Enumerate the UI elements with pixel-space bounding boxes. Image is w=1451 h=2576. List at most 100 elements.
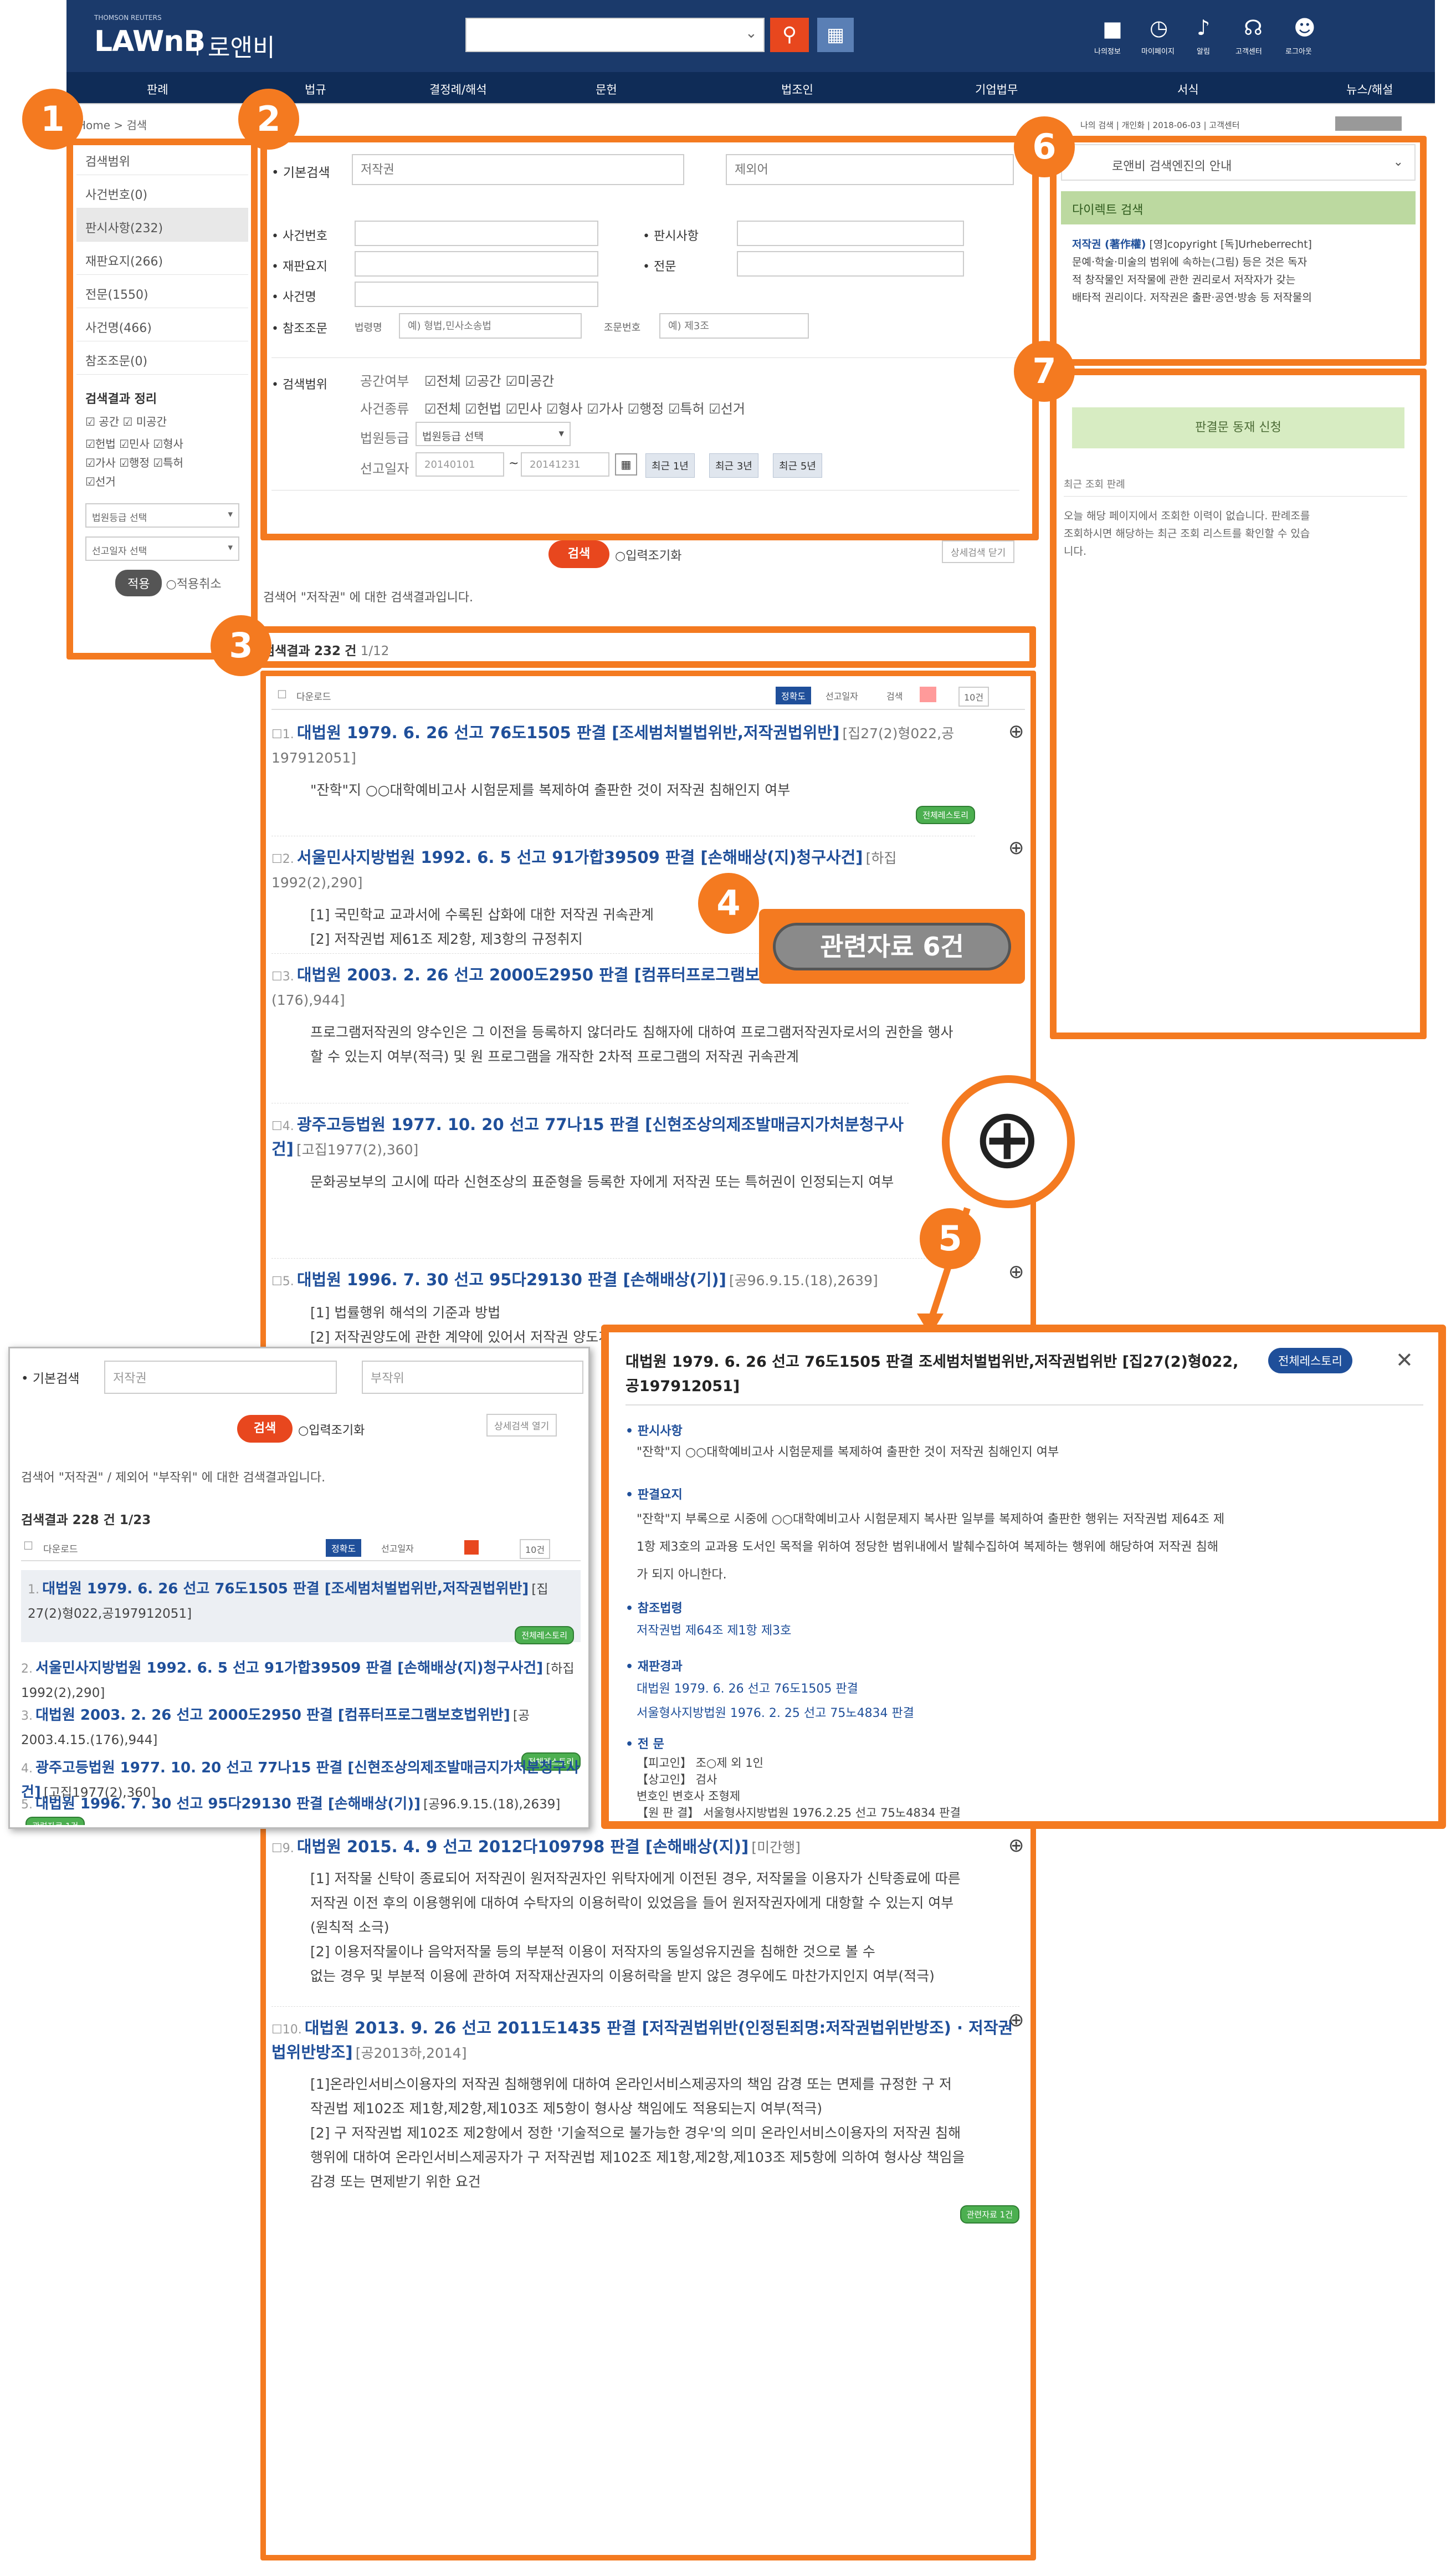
section-trial-title: • 재판경과 bbox=[625, 1660, 683, 1674]
user-icon[interactable]: ☻ bbox=[1294, 16, 1316, 40]
page-size-select[interactable]: 10건 bbox=[520, 1539, 551, 1559]
overlay-exclude-input[interactable] bbox=[362, 1361, 583, 1394]
result-message: 검색어 "저작권" 에 대한 검색결과입니다. bbox=[263, 591, 474, 605]
nav-item[interactable]: 판례 bbox=[147, 81, 168, 98]
reset-icon: ○ bbox=[298, 1424, 309, 1438]
tag-row: 전체레스토리 bbox=[28, 1626, 574, 1644]
related-docs-tag[interactable]: 관련자료 1건 bbox=[25, 1817, 85, 1825]
gist-line: 1항 제3호의 교과용 도서인 목적을 위하여 정당한 범위내에서 발췌수집하여… bbox=[637, 1540, 1218, 1554]
top-icon-label-3: 알림 bbox=[1197, 48, 1210, 56]
top-icon-label-1: 나의정보 bbox=[1094, 48, 1121, 56]
search-input[interactable] bbox=[465, 18, 765, 52]
reset-label: 입력조기화 bbox=[625, 549, 682, 563]
trial-list: 대법원 1979. 6. 26 선고 76도1505 판결 서울형사지방법원 1… bbox=[637, 1677, 914, 1726]
overlay-search-button[interactable]: 검색 bbox=[237, 1415, 293, 1443]
nav-item[interactable]: 법규 bbox=[305, 81, 326, 98]
overlay-left-panel: • 기본검색 검색 ○입력조기화 상세검색 열기 검색어 "저작권" / 제외어… bbox=[8, 1347, 590, 1829]
section-trial-text: 재판경과 bbox=[637, 1660, 683, 1674]
section-gist-text: 판결요지 bbox=[637, 1488, 683, 1502]
reset-icon: ○ bbox=[615, 549, 626, 563]
overlay-result-num: 3. bbox=[21, 1709, 33, 1723]
section-full-text: 전 문 bbox=[637, 1737, 664, 1751]
chevron-down-icon[interactable]: ⌄ bbox=[745, 25, 757, 42]
detail-history-button[interactable]: 전체레스토리 bbox=[1268, 1348, 1352, 1373]
overlay-toolbar: ☐ 다운로드 정확도 선고일자 10건 bbox=[21, 1537, 581, 1561]
section-ref-title: • 참조법령 bbox=[625, 1602, 683, 1616]
brand-sub: THOMSON REUTERS bbox=[94, 14, 162, 22]
overlay-basic-input[interactable] bbox=[104, 1361, 337, 1394]
overlay-result-message: 검색어 "저작권" / 제외어 "부작위" 에 대한 검색결과입니다. bbox=[21, 1471, 326, 1485]
detail-toggle-button[interactable]: 상세검색 닫기 bbox=[942, 540, 1015, 563]
overlay-basic-label-text: 기본검색 bbox=[32, 1372, 80, 1386]
page: THOMSON REUTERS LAWnB 로앤비 ⌄ ⚲ ▦ ■ 나의정보 ◷… bbox=[0, 0, 1451, 2576]
callout-badge-1: 1 bbox=[22, 89, 83, 150]
right-top-button[interactable] bbox=[1335, 116, 1402, 131]
right-top-links: 나의 검색 | 개인화 | 2018-06-03 | 고객센터 bbox=[1080, 120, 1240, 130]
nav-item[interactable]: 뉴스/해설 bbox=[1346, 81, 1393, 98]
nav-item[interactable]: 법조인 bbox=[781, 81, 813, 98]
full-line: 변호인 변호사 조형제 bbox=[637, 1790, 741, 1803]
download-link[interactable]: 다운로드 bbox=[43, 1541, 78, 1555]
logo[interactable]: LAWnB bbox=[94, 25, 206, 58]
overlay-result-item: 2. 서울민사지방법원 1992. 6. 5 선고 91가합39509 판결 [… bbox=[21, 1656, 581, 1705]
full-line: 【피고인】 조○제 외 1인 bbox=[637, 1756, 763, 1770]
close-icon[interactable]: ✕ bbox=[1396, 1348, 1413, 1372]
grid-icon: ▦ bbox=[826, 24, 845, 46]
callout-badge-2: 2 bbox=[238, 89, 299, 150]
trial-link[interactable]: 대법원 1979. 6. 26 선고 76도1505 판결 bbox=[637, 1682, 858, 1696]
ref-law-text[interactable]: 저작권법 제64조 제1항 제3호 bbox=[637, 1621, 791, 1638]
overlay-result-ref: [공96.9.15.(18),2639] bbox=[423, 1797, 561, 1812]
form-search-button[interactable]: 검색 bbox=[548, 540, 609, 568]
overlay-result-count: 검색결과 228 건 1/23 bbox=[21, 1513, 151, 1527]
trial-link[interactable]: 서울형사지방법원 1976. 2. 25 선고 75노4834 판결 bbox=[637, 1706, 914, 1720]
overlay-result-item: 1. 대법원 1979. 6. 26 선고 76도1505 판결 [조세범처벌법… bbox=[21, 1570, 581, 1644]
callout-box-2 bbox=[260, 136, 1039, 540]
search-button[interactable]: ⚲ bbox=[770, 18, 809, 52]
nav-item[interactable]: 서식 bbox=[1177, 81, 1199, 98]
section-full-title: • 전 문 bbox=[625, 1737, 664, 1751]
grid-menu-button[interactable]: ▦ bbox=[817, 18, 854, 52]
headset-icon[interactable]: ☊ bbox=[1244, 16, 1263, 40]
form-reset[interactable]: ○입력조기화 bbox=[615, 546, 681, 564]
callout-badge-6: 6 bbox=[1014, 116, 1075, 177]
overlay-detail-button[interactable]: 상세검색 열기 bbox=[486, 1414, 557, 1437]
full-text: 【피고인】 조○제 외 1인 【상고인】 검사 변호인 변호사 조형제 【원 판… bbox=[637, 1755, 961, 1821]
gist-line: "잔학"지 부록으로 시중에 ○○대학예비고사 시험문제지 복사판 일부를 복제… bbox=[637, 1512, 1225, 1526]
nav-item[interactable]: 기업법무 bbox=[975, 81, 1018, 98]
sort-date-button[interactable]: 선고일자 bbox=[381, 1541, 414, 1555]
reset-label: 입력조기화 bbox=[309, 1424, 365, 1438]
folder-icon[interactable]: ■ bbox=[1103, 17, 1122, 41]
history-icon[interactable]: ◷ bbox=[1150, 16, 1168, 40]
select-all-checkbox[interactable]: ☐ bbox=[23, 1539, 33, 1552]
top-icon-label-5: 로그아웃 bbox=[1285, 48, 1312, 56]
overlay-result-title[interactable]: 대법원 1979. 6. 26 선고 76도1505 판결 [조세범처벌법위반,… bbox=[42, 1581, 529, 1597]
nav-item[interactable]: 문헌 bbox=[596, 81, 617, 98]
callout-badge-5: 5 bbox=[920, 1208, 981, 1269]
nav-item[interactable]: 결정례/해석 bbox=[429, 81, 487, 98]
overlay-result-title[interactable]: 대법원 1996. 7. 30 선고 95다29130 판결 [손해배상(기)] bbox=[35, 1796, 421, 1812]
overlay-reset[interactable]: ○입력조기화 bbox=[298, 1420, 365, 1438]
overlay-result-title[interactable]: 서울민사지방법원 1992. 6. 5 선고 91가합39509 판결 [손해배… bbox=[35, 1660, 543, 1677]
overlay-result-num: 5. bbox=[21, 1798, 33, 1812]
overlay-result-title[interactable]: 대법원 2003. 2. 26 선고 2000도2950 판결 [컴퓨터프로그램… bbox=[35, 1707, 510, 1724]
callout-box-7 bbox=[1050, 369, 1427, 1039]
callout-badge-4: 4 bbox=[698, 873, 759, 934]
zoom-in-icon[interactable]: ⊕ bbox=[972, 1086, 1042, 1192]
overlay-result-item: 5. 대법원 1996. 7. 30 선고 95다29130 판결 [손해배상(… bbox=[21, 1792, 581, 1825]
gist-line: 가 되지 아니한다. bbox=[637, 1568, 727, 1582]
sort-accuracy-button[interactable]: 정확도 bbox=[326, 1539, 362, 1557]
callout-badge-7: 7 bbox=[1014, 341, 1075, 402]
logo-divider bbox=[197, 30, 198, 55]
bell-icon[interactable]: ♪ bbox=[1197, 16, 1210, 40]
callout-badge-3: 3 bbox=[211, 615, 271, 676]
section-holding-title: • 판시사항 bbox=[625, 1424, 683, 1438]
breadcrumb: Home > 검색 bbox=[78, 119, 147, 132]
section-gist-title: • 판결요지 bbox=[625, 1488, 683, 1502]
top-icon-label-4: 고객센터 bbox=[1235, 48, 1262, 56]
detail-divider bbox=[625, 1404, 1423, 1405]
callout-box-3 bbox=[255, 626, 1036, 668]
list-view-icon[interactable] bbox=[464, 1540, 479, 1555]
related-docs-pill[interactable]: 관련자료 6건 bbox=[773, 923, 1011, 970]
history-tag[interactable]: 전체레스토리 bbox=[515, 1626, 574, 1644]
section-holding-text: 판시사항 bbox=[637, 1424, 683, 1438]
